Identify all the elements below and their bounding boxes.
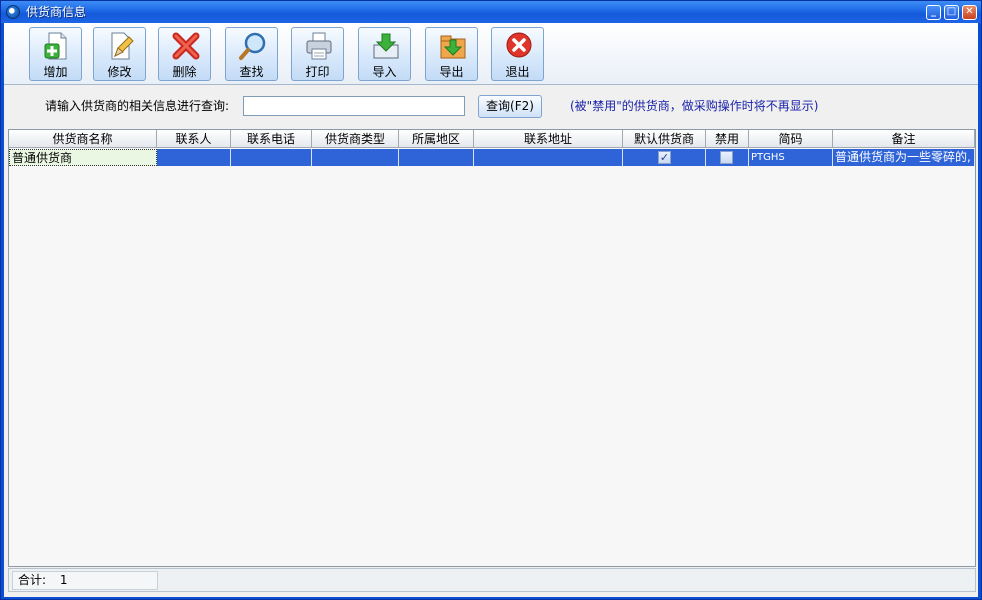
cell-address[interactable] <box>474 149 623 166</box>
col-header-type[interactable]: 供货商类型 <box>312 130 399 148</box>
magnifier-icon <box>239 32 266 60</box>
find-button[interactable]: 查找 <box>225 27 278 81</box>
supplier-table[interactable]: 供货商名称 联系人 联系电话 供货商类型 所属地区 联系地址 默认供货商 禁用 … <box>8 129 976 567</box>
cell-code[interactable]: PTGHS <box>749 149 833 166</box>
title-bar[interactable]: 供货商信息 _ □ ✕ <box>1 1 981 23</box>
col-header-name[interactable]: 供货商名称 <box>9 130 157 148</box>
main-window: 供货商信息 _ □ ✕ 增加 修改 删除 查找 打印 导入 导出 退出 请输入供… <box>0 0 982 600</box>
cell-phone[interactable] <box>231 149 312 166</box>
col-header-region[interactable]: 所属地区 <box>399 130 474 148</box>
col-header-code[interactable]: 简码 <box>749 130 833 148</box>
cell-remark[interactable]: 普通供货商为一些零碎的, <box>833 149 975 166</box>
status-bar: 合计: 1 <box>8 568 976 592</box>
edit-pencil-icon <box>111 32 134 60</box>
col-header-disabled[interactable]: 禁用 <box>706 130 749 148</box>
col-header-remark[interactable]: 备注 <box>833 130 975 148</box>
cell-name[interactable]: 普通供货商 <box>9 149 157 166</box>
table-row[interactable]: 普通供货商 ✓ PTGHS 普通供货商为一些零碎的, <box>9 149 975 166</box>
toolbar: 增加 修改 删除 查找 打印 导入 导出 退出 <box>4 23 978 85</box>
minimize-button[interactable]: _ <box>926 5 941 20</box>
import-icon <box>373 33 399 59</box>
cell-disabled[interactable] <box>706 149 749 166</box>
delete-x-icon <box>172 32 200 60</box>
import-button[interactable]: 导入 <box>358 27 411 81</box>
total-label: 合计: <box>18 573 47 587</box>
close-button[interactable]: ✕ <box>962 5 977 20</box>
find-label: 查找 <box>239 65 264 79</box>
exit-label: 退出 <box>505 65 530 79</box>
col-header-address[interactable]: 联系地址 <box>474 130 623 148</box>
disabled-hint: (被"禁用"的供货商，做采购操作时将不再显示) <box>570 99 819 113</box>
window-title: 供货商信息 <box>26 5 87 19</box>
query-label: 请输入供货商的相关信息进行查询: <box>45 99 230 113</box>
printer-icon <box>306 32 332 60</box>
client-area: 增加 修改 删除 查找 打印 导入 导出 退出 请输入供货商的相关信息进行查询:… <box>4 23 978 597</box>
add-button[interactable]: 增加 <box>29 27 82 81</box>
table-header: 供货商名称 联系人 联系电话 供货商类型 所属地区 联系地址 默认供货商 禁用 … <box>9 130 975 148</box>
add-label: 增加 <box>43 65 68 79</box>
cell-default[interactable]: ✓ <box>623 149 706 166</box>
search-input[interactable] <box>243 96 465 116</box>
add-document-icon <box>44 32 67 60</box>
cell-type[interactable] <box>312 149 399 166</box>
exit-button[interactable]: 退出 <box>491 27 544 81</box>
query-button[interactable]: 查询(F2) <box>478 95 542 118</box>
col-header-default[interactable]: 默认供货商 <box>623 130 706 148</box>
total-box: 合计: 1 <box>12 571 158 590</box>
cell-region[interactable] <box>399 149 474 166</box>
col-header-phone[interactable]: 联系电话 <box>231 130 312 148</box>
col-header-contact[interactable]: 联系人 <box>157 130 231 148</box>
print-label: 打印 <box>305 65 330 79</box>
export-label: 导出 <box>439 65 464 79</box>
exit-icon <box>506 32 532 58</box>
total-value: 1 <box>59 573 68 587</box>
cell-contact[interactable] <box>157 149 231 166</box>
export-icon <box>440 35 466 59</box>
edit-button[interactable]: 修改 <box>93 27 146 81</box>
maximize-button[interactable]: □ <box>944 5 959 20</box>
print-button[interactable]: 打印 <box>291 27 344 81</box>
disabled-checkbox[interactable] <box>720 151 733 164</box>
export-button[interactable]: 导出 <box>425 27 478 81</box>
delete-button[interactable]: 删除 <box>158 27 211 81</box>
edit-label: 修改 <box>107 65 132 79</box>
delete-label: 删除 <box>172 65 197 79</box>
app-icon <box>6 5 20 19</box>
import-label: 导入 <box>372 65 397 79</box>
default-supplier-checkbox[interactable]: ✓ <box>658 151 671 164</box>
